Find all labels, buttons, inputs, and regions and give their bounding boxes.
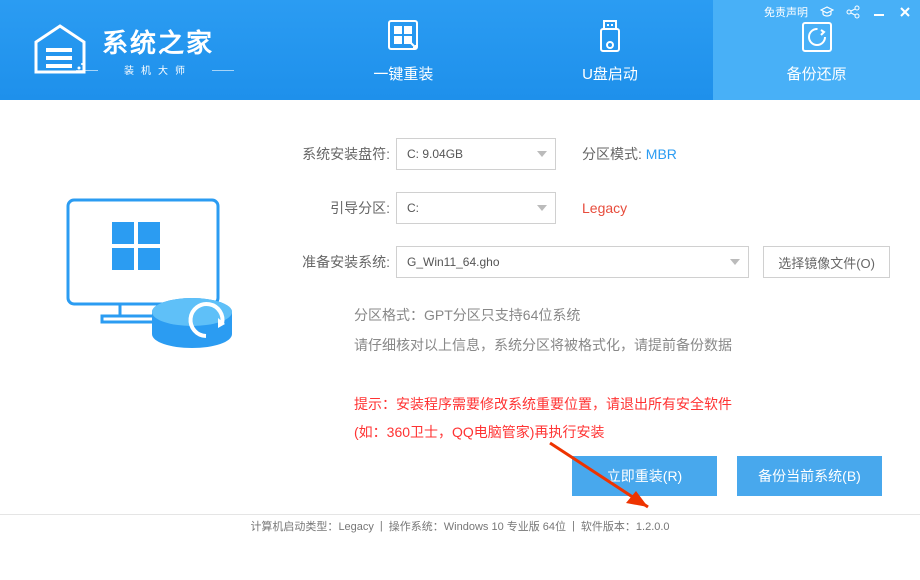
- image-select[interactable]: G_Win11_64.gho: [396, 246, 749, 278]
- boot-label: 引导分区:: [280, 198, 390, 218]
- image-label: 准备安装系统:: [280, 252, 390, 272]
- warning-line1: 提示：安装程序需要修改系统重要位置，请退出所有安全软件: [354, 390, 890, 418]
- partition-mode-value: MBR: [646, 146, 677, 162]
- chevron-down-icon: [537, 151, 547, 157]
- disk-select[interactable]: C: 9.04GB: [396, 138, 556, 170]
- minimize-icon[interactable]: [872, 5, 886, 19]
- window-controls: 免责声明: [764, 4, 912, 20]
- tab-label: 一键重装: [373, 63, 433, 84]
- reinstall-button[interactable]: 立即重装(R): [572, 456, 717, 496]
- boot-select[interactable]: C:: [396, 192, 556, 224]
- form-area: 系统安装盘符: C: 9.04GB 分区模式: MBR 引导分区: C: Leg…: [270, 138, 890, 446]
- windows-badge-icon: [383, 17, 423, 57]
- hint-line2: 请仔细核对以上信息，系统分区将被格式化，请提前备份数据: [354, 330, 890, 360]
- hint-text: 分区格式：GPT分区只支持64位系统 请仔细核对以上信息，系统分区将被格式化，请…: [354, 300, 890, 360]
- logo-area: 系统之家 装机大师: [0, 0, 300, 100]
- tab-usb[interactable]: U盘启动: [507, 0, 714, 100]
- row-boot: 引导分区: C: Legacy: [280, 192, 890, 224]
- header: 系统之家 装机大师 一键重装 U盘启动: [0, 0, 920, 100]
- share-icon[interactable]: [846, 5, 860, 19]
- disclaimer-link[interactable]: 免责声明: [764, 4, 808, 20]
- illustration: [30, 188, 270, 446]
- partition-mode-label: 分区模式: MBR: [582, 144, 677, 164]
- warning-line2: (如：360卫士，QQ电脑管家)再执行安装: [354, 418, 890, 446]
- warning-text: 提示：安装程序需要修改系统重要位置，请退出所有安全软件 (如：360卫士，QQ电…: [354, 390, 890, 446]
- actions: 立即重装(R) 备份当前系统(B): [0, 456, 920, 514]
- status-boot-type: 计算机启动类型：Legacy: [250, 518, 373, 534]
- hint-line1: 分区格式：GPT分区只支持64位系统: [354, 300, 890, 330]
- backup-button[interactable]: 备份当前系统(B): [737, 456, 882, 496]
- logo-subtitle: 装机大师: [102, 62, 214, 77]
- status-version: 软件版本：1.2.0.0: [581, 518, 670, 534]
- tab-label: 备份还原: [787, 63, 847, 84]
- logo-icon: [32, 24, 88, 76]
- tab-label: U盘启动: [582, 63, 638, 84]
- usb-icon: [590, 17, 630, 57]
- backup-icon: [797, 17, 837, 57]
- chevron-down-icon: [730, 259, 740, 265]
- tab-reinstall[interactable]: 一键重装: [300, 0, 507, 100]
- boot-mode-value: Legacy: [582, 200, 627, 216]
- image-value: G_Win11_64.gho: [407, 255, 500, 269]
- statusbar: 计算机启动类型：Legacy | 操作系统：Windows 10 专业版 64位…: [0, 514, 920, 536]
- status-os: 操作系统：Windows 10 专业版 64位: [389, 518, 566, 534]
- logo-title: 系统之家: [102, 23, 214, 60]
- row-image: 准备安装系统: G_Win11_64.gho 选择镜像文件(O): [280, 246, 890, 278]
- disk-label: 系统安装盘符:: [280, 144, 390, 164]
- row-disk: 系统安装盘符: C: 9.04GB 分区模式: MBR: [280, 138, 890, 170]
- disk-value: C: 9.04GB: [407, 147, 463, 161]
- choose-image-button[interactable]: 选择镜像文件(O): [763, 246, 890, 278]
- chevron-down-icon: [537, 205, 547, 211]
- close-icon[interactable]: [898, 5, 912, 19]
- boot-value: C:: [407, 201, 419, 215]
- content: 系统安装盘符: C: 9.04GB 分区模式: MBR 引导分区: C: Leg…: [0, 100, 920, 456]
- graduation-icon[interactable]: [820, 5, 834, 19]
